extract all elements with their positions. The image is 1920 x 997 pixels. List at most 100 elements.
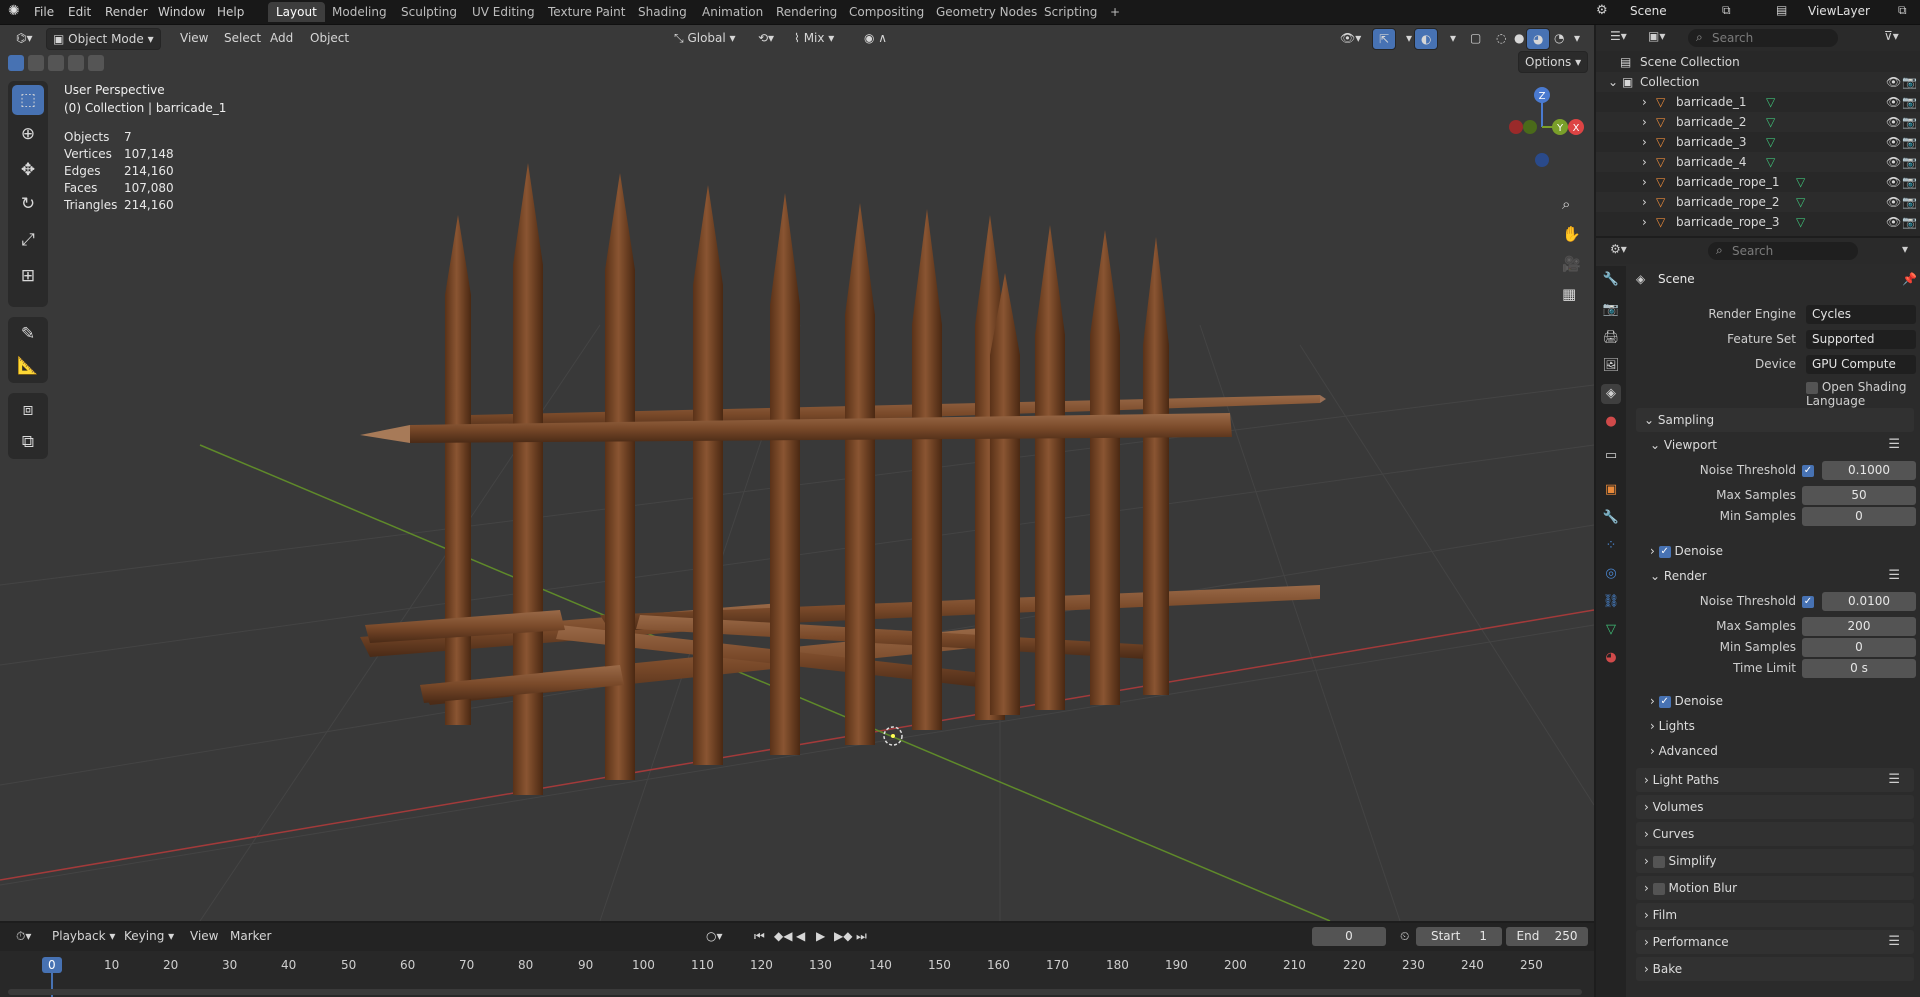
motion-blur-panel[interactable]: › Motion Blur (1636, 876, 1914, 900)
overlay-dropdown-icon[interactable]: ▾ (1444, 28, 1462, 48)
keying-menu[interactable]: Keying ▾ (118, 926, 180, 946)
snap-dropdown[interactable]: ⌇ Mix ▾ (788, 28, 840, 48)
simplify-panel[interactable]: › Simplify (1636, 849, 1914, 873)
tab-modeling[interactable]: Modeling (324, 2, 395, 22)
tab-compositing[interactable]: Compositing (841, 2, 932, 22)
expand-chevron-icon[interactable]: › (1642, 212, 1647, 232)
viewport-min-samples-field[interactable]: 0 (1802, 507, 1916, 526)
visibility-eye-icon[interactable]: 👁 (1886, 92, 1901, 112)
collection-render-camera-icon[interactable]: 📷 (1902, 72, 1917, 92)
move-tool-icon[interactable]: ✥ (12, 155, 44, 185)
modifiers-tab-icon[interactable]: 🔧 (1601, 508, 1621, 528)
rotate-tool-icon[interactable]: ↻ (12, 189, 44, 219)
collection-visibility-eye-icon[interactable]: 👁 (1886, 72, 1901, 92)
render-engine-dropdown[interactable]: Cycles (1806, 305, 1916, 324)
preview-range-icon[interactable]: ⏲ (1394, 926, 1415, 946)
copy-view-layer-icon[interactable]: ⧉ (1898, 3, 1907, 18)
render-subpanel-header[interactable]: ⌄ Render ☰ (1650, 565, 1914, 587)
play-reverse-icon[interactable]: ◀ (790, 926, 811, 946)
proportional-editing-icon[interactable]: ◉ ∧ (858, 28, 893, 48)
xray-icon[interactable]: ▢ (1464, 28, 1487, 48)
physics-tab-icon[interactable]: ◎ (1601, 564, 1621, 584)
list-item[interactable]: › ▽ barricade_rope_1 ▽ 👁 📷 (1596, 172, 1920, 192)
select-box-tool-icon[interactable]: ⬚ (12, 85, 44, 115)
menu-window[interactable]: Window (152, 3, 211, 21)
visibility-eye-icon[interactable]: 👁 (1886, 212, 1901, 232)
select-extend-icon[interactable] (28, 55, 44, 71)
viewport-denoise-subpanel[interactable]: › Denoise (1650, 540, 1914, 562)
visibility-eye-icon[interactable]: 👁 (1886, 192, 1901, 212)
outliner-search-input[interactable]: ⌕ Search (1688, 29, 1838, 47)
add-cube-tool-icon[interactable]: ⧈ (12, 395, 44, 425)
select-invert-icon[interactable] (68, 55, 84, 71)
viewport-subpanel-header[interactable]: ⌄ Viewport ☰ (1650, 434, 1914, 456)
osl-checkbox[interactable] (1806, 381, 1818, 394)
menu-render[interactable]: Render (99, 3, 154, 21)
timeline-scrollbar[interactable] (8, 989, 1582, 995)
3d-viewport[interactable]: ⌬▾ ▣ Object Mode ▾ View Select Add Objec… (0, 25, 1594, 921)
render-camera-icon[interactable]: 📷 (1902, 132, 1917, 152)
pivot-point-icon[interactable]: ⟲▾ (752, 28, 780, 48)
view-menu[interactable]: View (174, 28, 214, 48)
render-tab-icon[interactable]: 📷 (1601, 300, 1621, 320)
add-workspace-icon[interactable]: + (1102, 2, 1128, 22)
options-dropdown[interactable]: Options ▾ (1518, 51, 1589, 73)
tab-rendering[interactable]: Rendering (768, 2, 845, 22)
transform-tool-icon[interactable]: ⊞ (12, 261, 44, 291)
cursor-tool-icon[interactable]: ⊕ (12, 119, 44, 149)
expand-chevron-icon[interactable]: › (1642, 92, 1647, 112)
constraints-tab-icon[interactable]: ⛓ (1601, 592, 1621, 612)
presets-list-icon[interactable]: ☰ (1888, 768, 1900, 792)
view-layer-tab-icon[interactable]: 🖼 (1601, 356, 1621, 376)
world-tab-icon[interactable]: ● (1601, 412, 1621, 432)
select-intersect-icon[interactable] (88, 55, 104, 71)
pan-hand-icon[interactable]: ✋ (1562, 225, 1581, 243)
lights-subpanel[interactable]: › Lights (1650, 715, 1914, 737)
expand-chevron-icon[interactable]: › (1642, 192, 1647, 212)
copy-scene-icon[interactable]: ⧉ (1722, 3, 1731, 18)
render-denoise-subpanel[interactable]: › Denoise (1650, 690, 1914, 712)
current-frame-field[interactable]: 0 (1312, 927, 1386, 946)
bake-panel[interactable]: › Bake (1636, 957, 1914, 981)
list-item[interactable]: › ▽ barricade_rope_2 ▽ 👁 📷 (1596, 192, 1920, 212)
render-denoise-checkbox[interactable] (1658, 695, 1671, 708)
expand-chevron-icon[interactable]: › (1642, 172, 1647, 192)
render-camera-icon[interactable]: 📷 (1902, 92, 1917, 112)
mesh-data-tab-icon[interactable]: ▽ (1601, 620, 1621, 640)
3d-cursor[interactable] (883, 726, 903, 746)
select-subtract-icon[interactable] (48, 55, 64, 71)
render-camera-icon[interactable]: 📷 (1902, 212, 1917, 232)
collection-tab-icon[interactable]: ▭ (1601, 446, 1621, 466)
end-frame-field[interactable]: End 250 (1506, 927, 1588, 946)
visibility-eye-icon[interactable]: 👁 (1886, 112, 1901, 132)
render-camera-icon[interactable]: 📷 (1902, 192, 1917, 212)
expand-chevron-icon[interactable]: › (1642, 112, 1647, 132)
pin-icon[interactable]: 📌 (1902, 272, 1917, 286)
mode-dropdown[interactable]: ▣ Object Mode ▾ (46, 28, 161, 50)
presets-list-icon[interactable]: ☰ (1888, 565, 1900, 587)
presets-list-icon[interactable]: ☰ (1888, 930, 1900, 954)
visibility-eye-icon[interactable]: 👁 (1886, 152, 1901, 172)
display-mode-icon[interactable]: ▣▾ (1648, 29, 1665, 43)
render-max-samples-field[interactable]: 200 (1802, 617, 1916, 636)
tab-layout[interactable]: Layout (268, 2, 325, 22)
properties-editor-type-icon[interactable]: ⚙▾ (1610, 242, 1627, 256)
sampling-panel-header[interactable]: ⌄ Sampling (1636, 408, 1914, 432)
collection-row[interactable]: ⌄ ▣ Collection 👁 📷 (1596, 72, 1920, 92)
particles-tab-icon[interactable]: ⁘ (1601, 536, 1621, 556)
timeline-ruler[interactable]: 0 10 20 30 40 50 60 70 80 90 100 110 120… (0, 951, 1594, 997)
tool-tab-icon[interactable]: 🔧 (1601, 270, 1621, 290)
viewport-max-samples-field[interactable]: 50 (1802, 486, 1916, 505)
view-layer-name[interactable]: ViewLayer (1808, 4, 1870, 18)
tab-scripting[interactable]: Scripting (1036, 2, 1105, 22)
volumes-panel[interactable]: › Volumes (1636, 795, 1914, 819)
scene-tab-icon[interactable]: ◈ (1601, 384, 1621, 404)
menu-edit[interactable]: Edit (62, 3, 97, 21)
shading-dropdown-icon[interactable]: ▾ (1568, 28, 1586, 48)
view-layer-icon[interactable]: ▤ (1776, 3, 1787, 17)
overlay-toggle-icon[interactable]: ◐ (1414, 28, 1439, 50)
outliner-editor-type-icon[interactable]: ☰▾ (1610, 29, 1627, 43)
scene-collection-row[interactable]: ▤ Scene Collection (1596, 52, 1920, 72)
output-tab-icon[interactable]: 🖨 (1601, 328, 1621, 348)
render-min-samples-field[interactable]: 0 (1802, 638, 1916, 657)
